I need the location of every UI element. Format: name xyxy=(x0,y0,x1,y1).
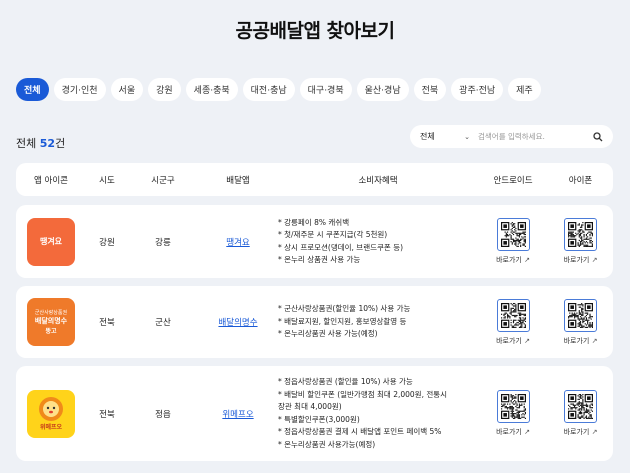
tab-gyeonggi-incheon[interactable]: 경기·인천 xyxy=(53,78,106,101)
external-link-icon: ↗ xyxy=(524,336,530,345)
benefit-item: * 첫/재주문 시 쿠폰지급(각 5천원) xyxy=(278,230,388,239)
total-number: 52 xyxy=(39,137,56,150)
benefit-item: * 온누리 상품권 사용 가능 xyxy=(278,255,361,264)
benefit-item: * 상시 프로모션(댕데이, 브랜드쿠폰 등) xyxy=(278,242,404,252)
link-label: 바로가기 xyxy=(496,428,522,436)
logo-text: 땡겨요 xyxy=(39,237,63,246)
cell-sigungu: 군산 xyxy=(155,318,171,328)
app-logo: 군산사랑상품권 배달의명수 뚱고 xyxy=(27,298,75,346)
android-link[interactable]: 바로가기 ↗ xyxy=(496,336,530,346)
tab-jeonbuk[interactable]: 전북 xyxy=(413,78,447,101)
app-logo: 위메프오 xyxy=(27,389,75,438)
logo-text: 위메프오 xyxy=(39,424,63,431)
external-link-icon: ↗ xyxy=(524,256,530,264)
chevron-down-icon: ⌄ xyxy=(464,132,470,141)
cell-sido: 전북 xyxy=(99,318,115,328)
link-label: 바로가기 xyxy=(563,428,590,436)
logo-text: 배달의명수 xyxy=(34,317,68,325)
tab-sejong-chungbuk[interactable]: 세종·충북 xyxy=(185,78,238,101)
qr-code-icon xyxy=(496,218,530,251)
table-row: 군산사랑상품권 배달의명수 뚱고 전북 군산 배달의명수 * 군산사랑상품권(할… xyxy=(16,286,613,358)
android-link[interactable]: 바로가기 ↗ xyxy=(496,255,530,265)
app-name-link[interactable]: 땡겨요 xyxy=(226,236,249,248)
page-title: 공공배달앱 찾아보기 xyxy=(235,20,395,42)
total-suffix: 건 xyxy=(55,137,66,150)
tab-seoul[interactable]: 서울 xyxy=(110,78,144,101)
benefit-item: 장관 최대 4,000원) xyxy=(278,402,342,411)
table-row: 위메프오 전북 정읍 위메프오 * 정읍사랑상품권 (할인율 10%) 사용 가… xyxy=(16,366,613,461)
search-scope-value: 전체 xyxy=(420,132,435,141)
table-header: 앱 아이콘 시도 시군구 배달앱 소비자혜택 안드로이드 아이폰 xyxy=(16,163,613,196)
search-scope-select[interactable]: 전체 ⌄ xyxy=(420,131,470,142)
qr-code-icon xyxy=(496,390,530,423)
external-link-icon: ↗ xyxy=(524,428,530,436)
header-iphone: 아이폰 xyxy=(568,175,593,186)
cell-sigungu: 강릉 xyxy=(155,237,171,248)
tab-jeju[interactable]: 제주 xyxy=(508,78,541,101)
benefit-item: * 특별할인쿠폰(3,000원) xyxy=(278,414,360,424)
total-count: 전체 52건 xyxy=(16,135,65,151)
benefit-item: * 정읍사랑상품권 (할인율 10%) 사용 가능 xyxy=(278,377,413,386)
qr-code-icon xyxy=(564,390,597,423)
qr-code-icon xyxy=(564,298,597,332)
header-sigungu: 시군구 xyxy=(151,175,175,186)
header-consumer-benefit: 소비자혜택 xyxy=(358,175,398,186)
total-prefix: 전체 xyxy=(16,137,40,150)
benefit-list: * 정읍사랑상품권 (할인율 10%) 사용 가능 * 배달비 할인쿠폰 (일반… xyxy=(278,366,478,461)
cell-sigungu: 정읍 xyxy=(155,409,171,420)
tab-daejeon-chungnam[interactable]: 대전·충남 xyxy=(242,78,295,101)
iphone-link[interactable]: 바로가기 ↗ xyxy=(564,427,598,437)
app-name-link[interactable]: 배달의명수 xyxy=(218,316,257,328)
benefit-item: * 온누리상품권 사용가능(예정) xyxy=(278,439,376,449)
app-name-link[interactable]: 위메프오 xyxy=(222,408,253,420)
qr-code-icon xyxy=(564,218,597,251)
benefit-list: * 군산사랑상품권(할인율 10%) 사용 가능 * 배달료지원, 할인지원, … xyxy=(278,286,478,358)
region-tabs: 전체 경기·인천 서울 강원 세종·충북 대전·충남 대구·경북 울산·경남 전… xyxy=(16,78,616,101)
iphone-link[interactable]: 바로가기 ↗ xyxy=(564,255,598,265)
tab-all[interactable]: 전체 xyxy=(16,78,49,101)
android-link[interactable]: 바로가기 ↗ xyxy=(496,427,530,437)
search-bar: 전체 ⌄ 검색어를 입력하세요. xyxy=(410,125,613,148)
logo-text-bottom: 뚱고 xyxy=(45,328,57,335)
tab-ulsan-gyeongnam[interactable]: 울산·경남 xyxy=(356,78,409,101)
benefit-item: * 배달료지원, 할인지원, 홍보영상촬영 등 xyxy=(278,316,407,326)
external-link-icon: ↗ xyxy=(591,428,598,436)
link-label: 바로가기 xyxy=(563,256,590,264)
header-android: 안드로이드 xyxy=(493,175,533,186)
cell-sido: 강원 xyxy=(99,237,115,248)
iphone-link[interactable]: 바로가기 ↗ xyxy=(564,336,598,346)
benefit-list: * 강릉페이 8% 캐쉬백 * 첫/재주문 시 쿠폰지급(각 5천원) * 상시… xyxy=(278,205,478,278)
cell-sido: 전북 xyxy=(99,409,115,420)
benefit-item: * 군산사랑상품권(할인율 10%) 사용 가능 xyxy=(278,304,411,314)
benefit-item: * 강릉페이 8% 캐쉬백 xyxy=(278,217,350,227)
external-link-icon: ↗ xyxy=(591,256,598,264)
header-delivery-app: 배달앱 xyxy=(226,175,250,186)
link-label: 바로가기 xyxy=(563,336,590,345)
header-sido: 시도 xyxy=(99,175,115,186)
benefit-item: * 정읍사랑상품권 결제 시 배달앱 포인트 페이백 5% xyxy=(278,427,442,436)
lion-mascot-icon xyxy=(39,397,63,421)
table-row: 땡겨요 강원 강릉 땡겨요 * 강릉페이 8% 캐쉬백 * 첫/재주문 시 쿠폰… xyxy=(16,205,613,278)
qr-code-icon xyxy=(496,298,530,332)
tab-gwangju-jeonnam[interactable]: 광주·전남 xyxy=(451,78,504,101)
link-label: 바로가기 xyxy=(496,336,522,345)
search-icon[interactable] xyxy=(593,131,603,142)
benefit-item: * 배달비 할인쿠폰 (일반가맹점 최대 2,000원, 전통시 xyxy=(278,389,448,399)
tab-gangwon[interactable]: 강원 xyxy=(148,78,181,101)
app-logo: 땡겨요 xyxy=(27,217,75,266)
tab-daegu-gyeongbuk[interactable]: 대구·경북 xyxy=(299,78,352,101)
link-label: 바로가기 xyxy=(496,256,522,264)
external-link-icon: ↗ xyxy=(591,336,598,345)
benefit-item: * 온누리상품권 사용 가능(예정) xyxy=(278,329,378,339)
header-app-icon: 앱 아이콘 xyxy=(34,175,68,186)
logo-text-top: 군산사랑상품권 xyxy=(34,310,68,316)
search-input[interactable]: 검색어를 입력하세요. xyxy=(478,131,593,142)
